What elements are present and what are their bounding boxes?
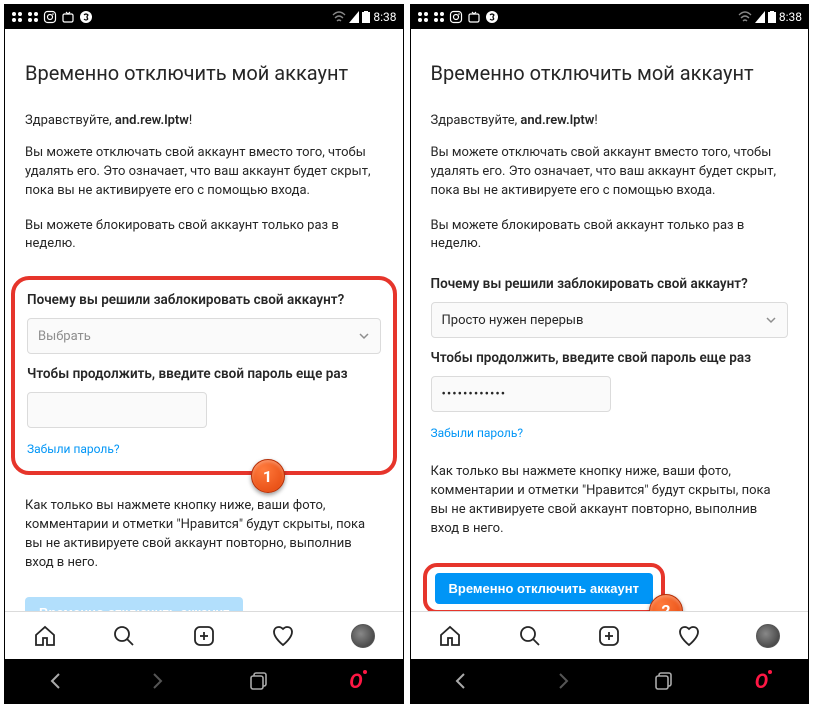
dots-icon [417, 11, 429, 23]
home-icon[interactable] [438, 624, 462, 648]
shazam-icon [79, 10, 93, 24]
username: and.rew.lptw [520, 113, 594, 128]
phone-left: 8:38 Временно отключить мой аккаунт Здра… [4, 4, 404, 704]
dots-icon [433, 11, 445, 23]
wifi-icon [332, 11, 346, 23]
step-badge-2: 2 [649, 594, 683, 611]
tv-icon [61, 10, 75, 24]
greeting: Здравствуйте, and.rew.lptw! [431, 113, 789, 128]
disable-account-button[interactable]: Временно отключить аккаунт [435, 573, 653, 604]
signal-icon [755, 11, 765, 23]
clock: 8:38 [373, 10, 396, 24]
chevron-down-icon [765, 314, 777, 326]
chevron-down-icon [358, 330, 370, 342]
page-content: Временно отключить мой аккаунт Здравству… [411, 29, 809, 611]
opera-icon[interactable]: O [349, 669, 362, 693]
description-1: Вы можете отключать свой аккаунт вместо … [25, 144, 383, 201]
wifi-icon [738, 11, 752, 23]
info-text: Как только вы нажмете кнопку ниже, ваши … [431, 463, 789, 538]
shazam-icon [485, 10, 499, 24]
add-post-icon[interactable] [597, 624, 621, 648]
greeting: Здравствуйте, and.rew.lptw! [25, 113, 383, 128]
forward-icon[interactable] [146, 670, 168, 692]
opera-icon[interactable]: O [755, 669, 768, 693]
password-input[interactable]: •••••••••••• [431, 376, 611, 412]
heart-icon[interactable] [677, 624, 701, 648]
signal-icon [349, 11, 359, 23]
reason-select[interactable]: Выбрать [27, 318, 381, 354]
reason-label: Почему вы решили заблокировать свой акка… [27, 292, 381, 308]
forgot-password-link[interactable]: Забыли пароль? [27, 442, 120, 456]
tv-icon [467, 10, 481, 24]
battery-icon [362, 11, 370, 23]
browser-nav: O [5, 659, 403, 703]
description-1: Вы можете отключать свой аккаунт вместо … [431, 144, 789, 201]
status-bar: 8:38 [5, 5, 403, 29]
dots-icon [27, 11, 39, 23]
description-2: Вы можете блокировать свой аккаунт тольк… [25, 217, 383, 255]
tabs-icon[interactable] [248, 670, 270, 692]
button-highlight: Временно отключить аккаунт 2 [423, 563, 665, 611]
instagram-nav [5, 611, 403, 659]
search-icon[interactable] [518, 624, 542, 648]
form-highlight: Почему вы решили заблокировать свой акка… [11, 276, 397, 475]
add-post-icon[interactable] [192, 624, 216, 648]
step-badge-1: 1 [251, 459, 285, 493]
description-2: Вы можете блокировать свой аккаунт тольк… [431, 217, 789, 255]
back-icon[interactable] [45, 670, 67, 692]
forward-icon[interactable] [552, 670, 574, 692]
browser-nav: O [411, 659, 809, 703]
clock: 8:38 [779, 10, 802, 24]
dots-icon [11, 11, 23, 23]
disable-account-button[interactable]: Временно отключить аккаунт [25, 597, 243, 611]
status-bar: 8:38 [411, 5, 809, 29]
heart-icon[interactable] [271, 624, 295, 648]
search-icon[interactable] [112, 624, 136, 648]
profile-avatar[interactable] [756, 624, 780, 648]
page-content: Временно отключить мой аккаунт Здравству… [5, 29, 403, 611]
forgot-password-link[interactable]: Забыли пароль? [431, 426, 524, 440]
page-title: Временно отключить мой аккаунт [431, 61, 789, 85]
home-icon[interactable] [33, 624, 57, 648]
instagram-icon [449, 10, 463, 24]
reason-select[interactable]: Просто нужен перерыв [431, 302, 789, 338]
profile-avatar[interactable] [351, 624, 375, 648]
battery-icon [768, 11, 776, 23]
password-input[interactable] [27, 392, 207, 428]
back-icon[interactable] [450, 670, 472, 692]
page-title: Временно отключить мой аккаунт [25, 61, 383, 85]
username: and.rew.lptw [115, 113, 189, 128]
password-label: Чтобы продолжить, введите свой пароль ещ… [27, 366, 381, 382]
phone-right: 8:38 Временно отключить мой аккаунт Здра… [410, 4, 810, 704]
reason-placeholder: Выбрать [38, 329, 91, 344]
password-label: Чтобы продолжить, введите свой пароль ещ… [431, 350, 789, 366]
instagram-nav [411, 611, 809, 659]
reason-label: Почему вы решили заблокировать свой акка… [431, 276, 789, 292]
tabs-icon[interactable] [653, 670, 675, 692]
instagram-icon [43, 10, 57, 24]
reason-selected: Просто нужен перерыв [442, 313, 584, 328]
info-text: Как только вы нажмете кнопку ниже, ваши … [25, 497, 383, 572]
